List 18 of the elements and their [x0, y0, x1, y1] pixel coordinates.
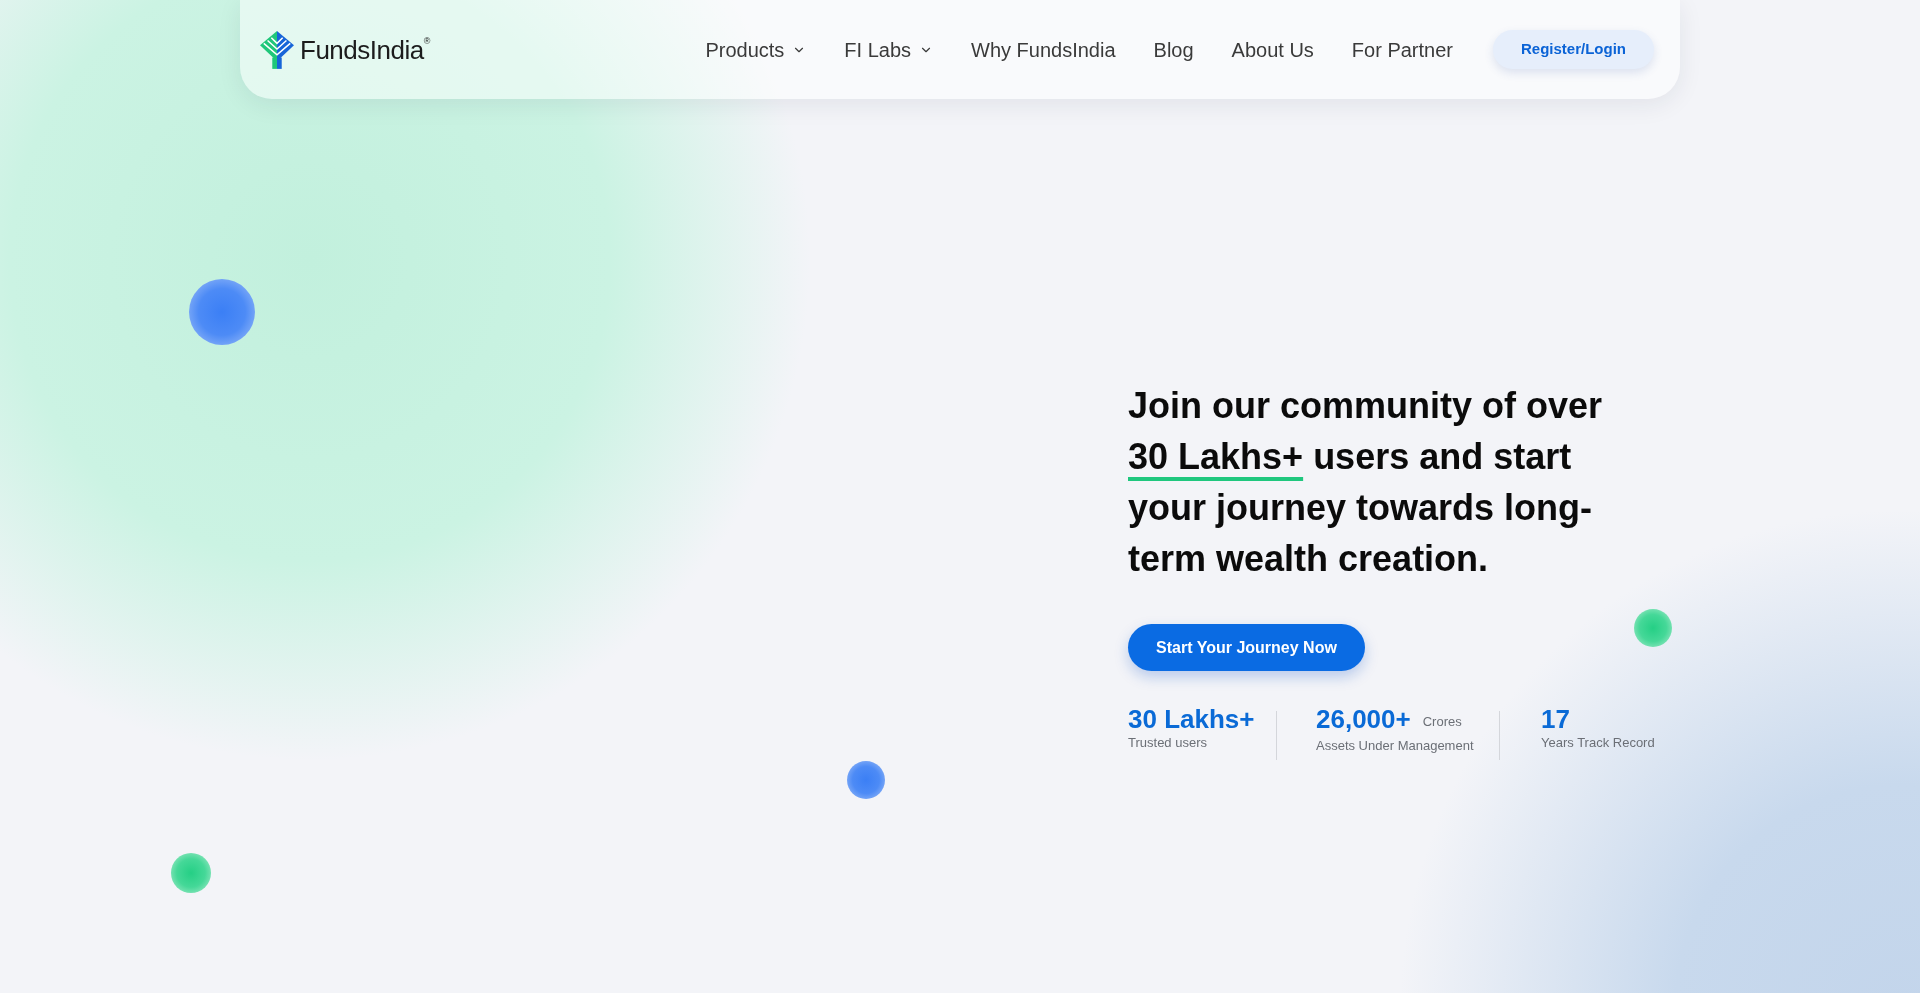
stat-unit: Crores: [1422, 714, 1462, 730]
start-journey-button[interactable]: Start Your Journey Now: [1128, 624, 1365, 671]
nav-dropdown[interactable]: Products: [705, 34, 807, 65]
logo-link[interactable]: FundsIndia$^{®}$: [260, 30, 430, 69]
nav-link[interactable]: About Us: [1231, 34, 1314, 65]
nav-link[interactable]: For Partner: [1351, 34, 1453, 65]
stat-label: Years Track Record: [1541, 735, 1655, 751]
stat-value: 17: [1541, 703, 1570, 735]
nav-dropdown[interactable]: FI Labs: [844, 34, 934, 65]
register-login-button[interactable]: Register/Login: [1493, 30, 1654, 69]
stat-label: Assets Under Management: [1316, 738, 1474, 754]
stat-value: 26,000+: [1316, 703, 1411, 735]
logo-icon: [260, 30, 294, 69]
stat-label: Trusted users: [1128, 735, 1207, 751]
nav-link[interactable]: Why FundsIndia: [971, 34, 1116, 65]
nav-link[interactable]: Blog: [1153, 34, 1194, 65]
stat-value: 30 Lakhs+: [1128, 703, 1255, 735]
hero-headline: Join our community of over 30 Lakhs+ users and start your journey towards long-term wealth creation.: [1128, 384, 1604, 581]
